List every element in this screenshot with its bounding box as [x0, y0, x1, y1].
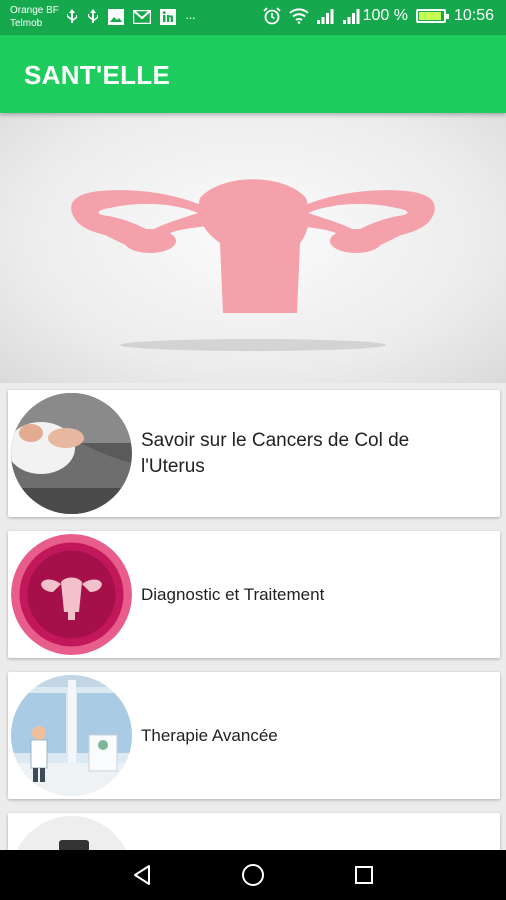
- battery-icon: [415, 9, 449, 23]
- woman-abdominal-pain-photo: [11, 393, 132, 514]
- menu-item-cancer-info[interactable]: Savoir sur le Cancers de Col de l'Uterus: [8, 390, 500, 517]
- partial-item-thumbnail: [11, 816, 132, 850]
- image-icon: [108, 9, 124, 25]
- gmail-icon: [133, 10, 151, 24]
- menu-item-label: Savoir sur le Cancers de Col de l'Uterus: [141, 429, 410, 477]
- wifi-icon: [288, 8, 309, 24]
- menu-item-partial[interactable]: [8, 813, 500, 850]
- recents-icon: [355, 866, 373, 884]
- uterus-illustration: [71, 179, 435, 351]
- usb-icon: [67, 9, 77, 23]
- linkedin-icon: [160, 9, 176, 25]
- carrier-name: Orange BF Telmob: [10, 4, 59, 30]
- battery-percent: 100 %: [362, 7, 408, 24]
- carrier-line-2: Telmob: [10, 18, 43, 29]
- menu-item-label: Diagnostic et Traitement: [141, 584, 325, 604]
- signal-icon: [342, 9, 360, 24]
- alarm-icon: [262, 7, 281, 25]
- more-icon: ···: [185, 9, 196, 25]
- menu-item-diagnostic[interactable]: Diagnostic et Traitement: [8, 531, 500, 658]
- signal-icon: [316, 9, 334, 24]
- carrier-line-1: Orange BF: [10, 5, 59, 16]
- navigation-bar: [0, 850, 506, 900]
- menu-item-label: Therapie Avancée: [141, 725, 278, 745]
- home-button[interactable]: [223, 850, 283, 900]
- back-button[interactable]: [112, 850, 172, 900]
- uterus-badge-illustration: [11, 534, 132, 655]
- back-icon: [134, 865, 150, 885]
- hero-banner: [0, 113, 506, 383]
- home-icon: [242, 864, 264, 886]
- app-bar: SANT'ELLE: [0, 35, 506, 113]
- menu-item-advanced-therapy[interactable]: Therapie Avancée: [8, 672, 500, 799]
- status-time: 10:56: [453, 7, 494, 24]
- recents-button[interactable]: [334, 850, 394, 900]
- notification-icons: ···: [66, 9, 196, 25]
- status-bar: Orange BF Telmob ··· 100 % 10:56: [0, 0, 506, 35]
- app-title: SANT'ELLE: [24, 60, 171, 90]
- usb-icon: [88, 9, 98, 23]
- signal-status: 100 %: [342, 7, 408, 25]
- system-status: 100 % 10:56: [262, 7, 494, 25]
- hospital-doctor-illustration: [11, 675, 132, 796]
- menu-list: Savoir sur le Cancers de Col de l'Uterus…: [0, 383, 506, 850]
